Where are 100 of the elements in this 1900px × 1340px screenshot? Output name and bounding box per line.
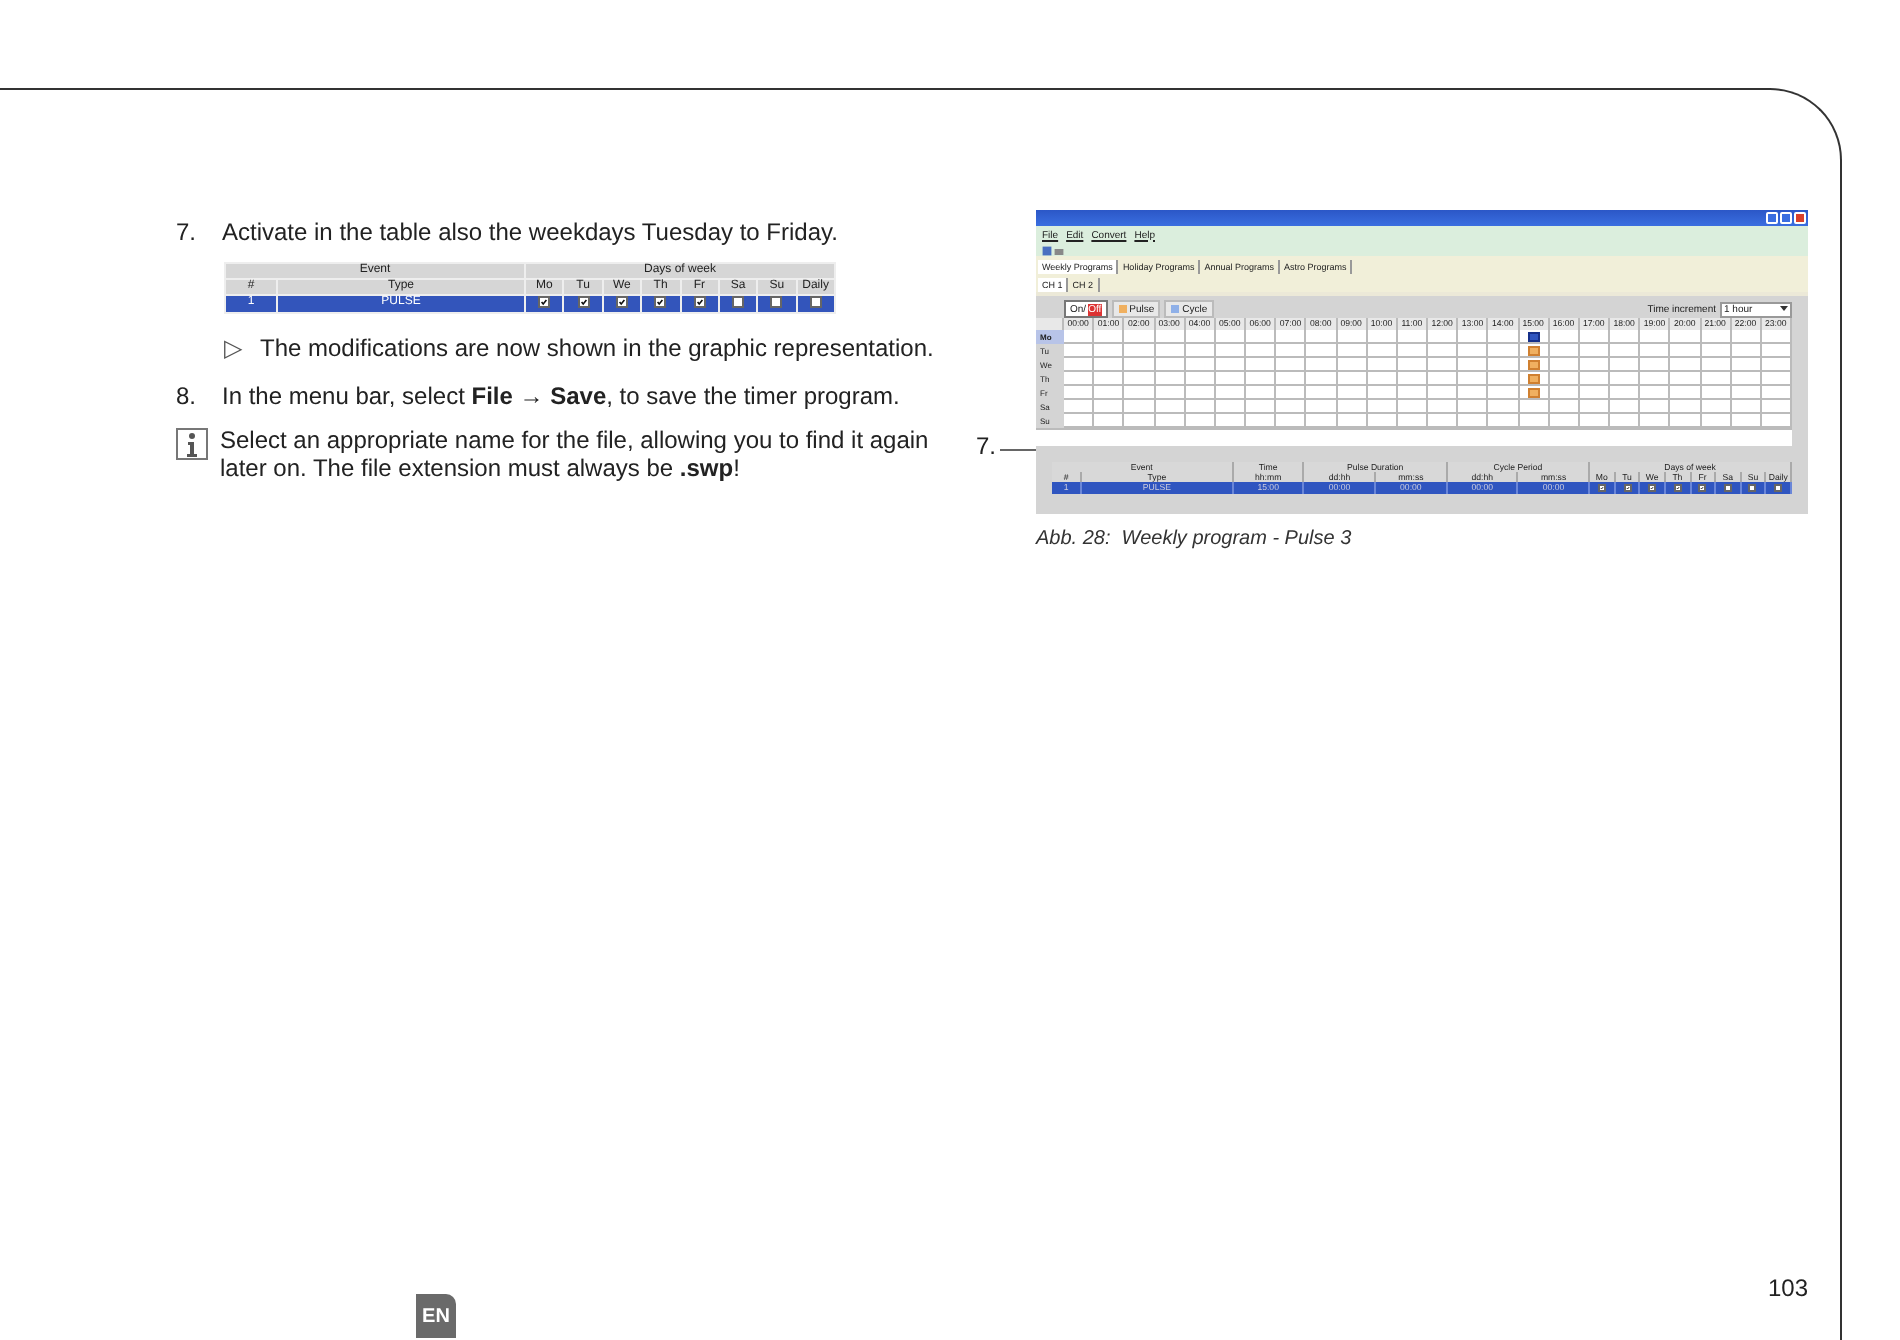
grid-cell[interactable] (1246, 344, 1277, 358)
checkbox[interactable] (654, 296, 667, 308)
grid-cell[interactable] (1610, 344, 1641, 358)
grid-cell[interactable] (1731, 344, 1762, 358)
grid-cell[interactable] (1428, 400, 1459, 414)
checkbox[interactable] (732, 296, 745, 308)
grid-cell[interactable] (1276, 330, 1307, 344)
grid-cell[interactable] (1640, 344, 1671, 358)
grid-cell[interactable] (1064, 330, 1095, 344)
grid-cell[interactable] (1246, 386, 1277, 400)
grid-cell[interactable] (1519, 330, 1550, 344)
grid-cell[interactable] (1155, 344, 1186, 358)
checkbox[interactable] (1597, 483, 1606, 492)
pulse-marker[interactable] (1527, 373, 1540, 383)
grid-cell[interactable] (1701, 358, 1732, 372)
grid-cell[interactable] (1215, 372, 1246, 386)
print-icon[interactable] (1054, 245, 1064, 255)
grid-cell[interactable] (1124, 344, 1155, 358)
grid-cell[interactable] (1246, 358, 1277, 372)
grid-cell[interactable] (1246, 372, 1277, 386)
grid-cell[interactable] (1276, 344, 1307, 358)
grid-cell[interactable] (1306, 400, 1337, 414)
grid-cell[interactable] (1488, 358, 1519, 372)
grid-cell[interactable] (1064, 400, 1095, 414)
grid-cell[interactable] (1185, 372, 1216, 386)
close-button[interactable] (1794, 212, 1806, 224)
grid-cell[interactable] (1337, 372, 1368, 386)
checkbox[interactable] (1673, 483, 1682, 492)
grid-cell[interactable] (1488, 372, 1519, 386)
grid-cell[interactable] (1306, 386, 1337, 400)
grid-cell[interactable] (1124, 358, 1155, 372)
checkbox[interactable] (538, 296, 551, 308)
grid-cell[interactable] (1064, 358, 1095, 372)
grid-cell[interactable] (1397, 330, 1428, 344)
grid-cell[interactable] (1246, 330, 1277, 344)
grid-cell[interactable] (1367, 372, 1398, 386)
grid-cell[interactable] (1731, 330, 1762, 344)
grid-cell[interactable] (1215, 400, 1246, 414)
grid-cell[interactable] (1549, 330, 1580, 344)
grid-cell[interactable] (1458, 330, 1489, 344)
grid-cell[interactable] (1306, 344, 1337, 358)
grid-cell[interactable] (1701, 400, 1732, 414)
grid-cell[interactable] (1155, 400, 1186, 414)
grid-cell[interactable] (1488, 386, 1519, 400)
grid-cell[interactable] (1337, 330, 1368, 344)
grid-cell[interactable] (1579, 330, 1610, 344)
grid-cell[interactable] (1337, 400, 1368, 414)
grid-cell[interactable] (1579, 372, 1610, 386)
grid-cell[interactable] (1276, 372, 1307, 386)
grid-cell[interactable] (1458, 372, 1489, 386)
grid-cell[interactable] (1428, 358, 1459, 372)
grid-cell[interactable] (1488, 400, 1519, 414)
pulse-marker[interactable] (1527, 387, 1540, 397)
grid-cell[interactable] (1670, 330, 1701, 344)
grid-cell[interactable] (1124, 386, 1155, 400)
grid-cell[interactable] (1610, 386, 1641, 400)
checkbox[interactable] (1723, 483, 1732, 492)
grid-cell[interactable] (1610, 372, 1641, 386)
grid-cell[interactable] (1155, 330, 1186, 344)
grid-cell[interactable] (1519, 358, 1550, 372)
grid-cell[interactable] (1094, 372, 1125, 386)
grid-cell[interactable] (1397, 358, 1428, 372)
grid-cell[interactable] (1610, 330, 1641, 344)
grid-cell[interactable] (1155, 386, 1186, 400)
grid-cell[interactable] (1519, 344, 1550, 358)
grid-cell[interactable] (1640, 400, 1671, 414)
grid-cell[interactable] (1185, 358, 1216, 372)
grid-cell[interactable] (1488, 344, 1519, 358)
grid-cell[interactable] (1640, 358, 1671, 372)
grid-cell[interactable] (1701, 386, 1732, 400)
grid-cell[interactable] (1579, 358, 1610, 372)
grid-cell[interactable] (1549, 386, 1580, 400)
grid-cell[interactable] (1276, 358, 1307, 372)
pulse-marker[interactable] (1527, 359, 1540, 369)
grid-cell[interactable] (1610, 400, 1641, 414)
checkbox[interactable] (577, 296, 590, 308)
grid-cell[interactable] (1640, 386, 1671, 400)
grid-cell[interactable] (1215, 344, 1246, 358)
grid-cell[interactable] (1549, 358, 1580, 372)
grid-cell[interactable] (1579, 344, 1610, 358)
grid-cell[interactable] (1428, 330, 1459, 344)
grid-cell[interactable] (1094, 358, 1125, 372)
grid-cell[interactable] (1094, 330, 1125, 344)
grid-cell[interactable] (1367, 358, 1398, 372)
grid-cell[interactable] (1094, 344, 1125, 358)
checkbox[interactable] (1774, 483, 1783, 492)
grid-cell[interactable] (1519, 372, 1550, 386)
grid-cell[interactable] (1337, 344, 1368, 358)
grid-cell[interactable] (1640, 330, 1671, 344)
grid-cell[interactable] (1731, 400, 1762, 414)
grid-cell[interactable] (1670, 372, 1701, 386)
grid-cell[interactable] (1761, 330, 1792, 344)
grid-cell[interactable] (1670, 344, 1701, 358)
grid-cell[interactable] (1124, 330, 1155, 344)
grid-cell[interactable] (1397, 400, 1428, 414)
grid-cell[interactable] (1458, 386, 1489, 400)
checkbox[interactable] (1698, 483, 1707, 492)
grid-cell[interactable] (1519, 400, 1550, 414)
save-icon[interactable] (1042, 245, 1052, 255)
grid-cell[interactable] (1215, 358, 1246, 372)
